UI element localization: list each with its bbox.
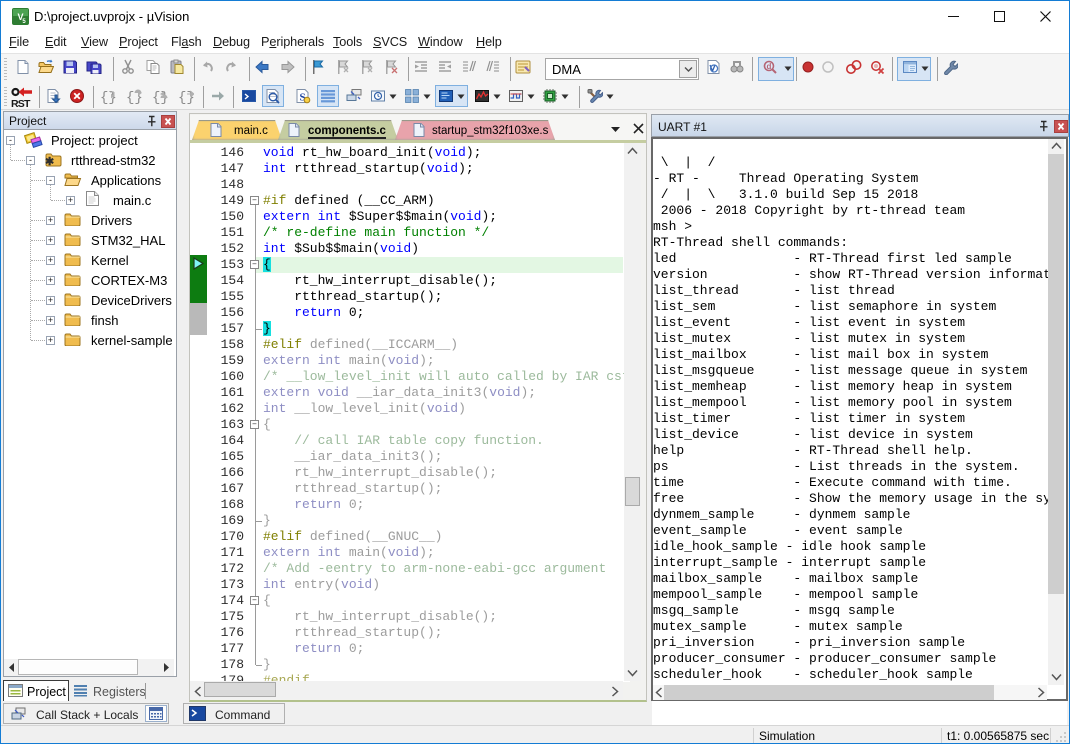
- svg-text:RST: RST: [11, 98, 31, 109]
- svg-text:✱: ✱: [45, 156, 54, 167]
